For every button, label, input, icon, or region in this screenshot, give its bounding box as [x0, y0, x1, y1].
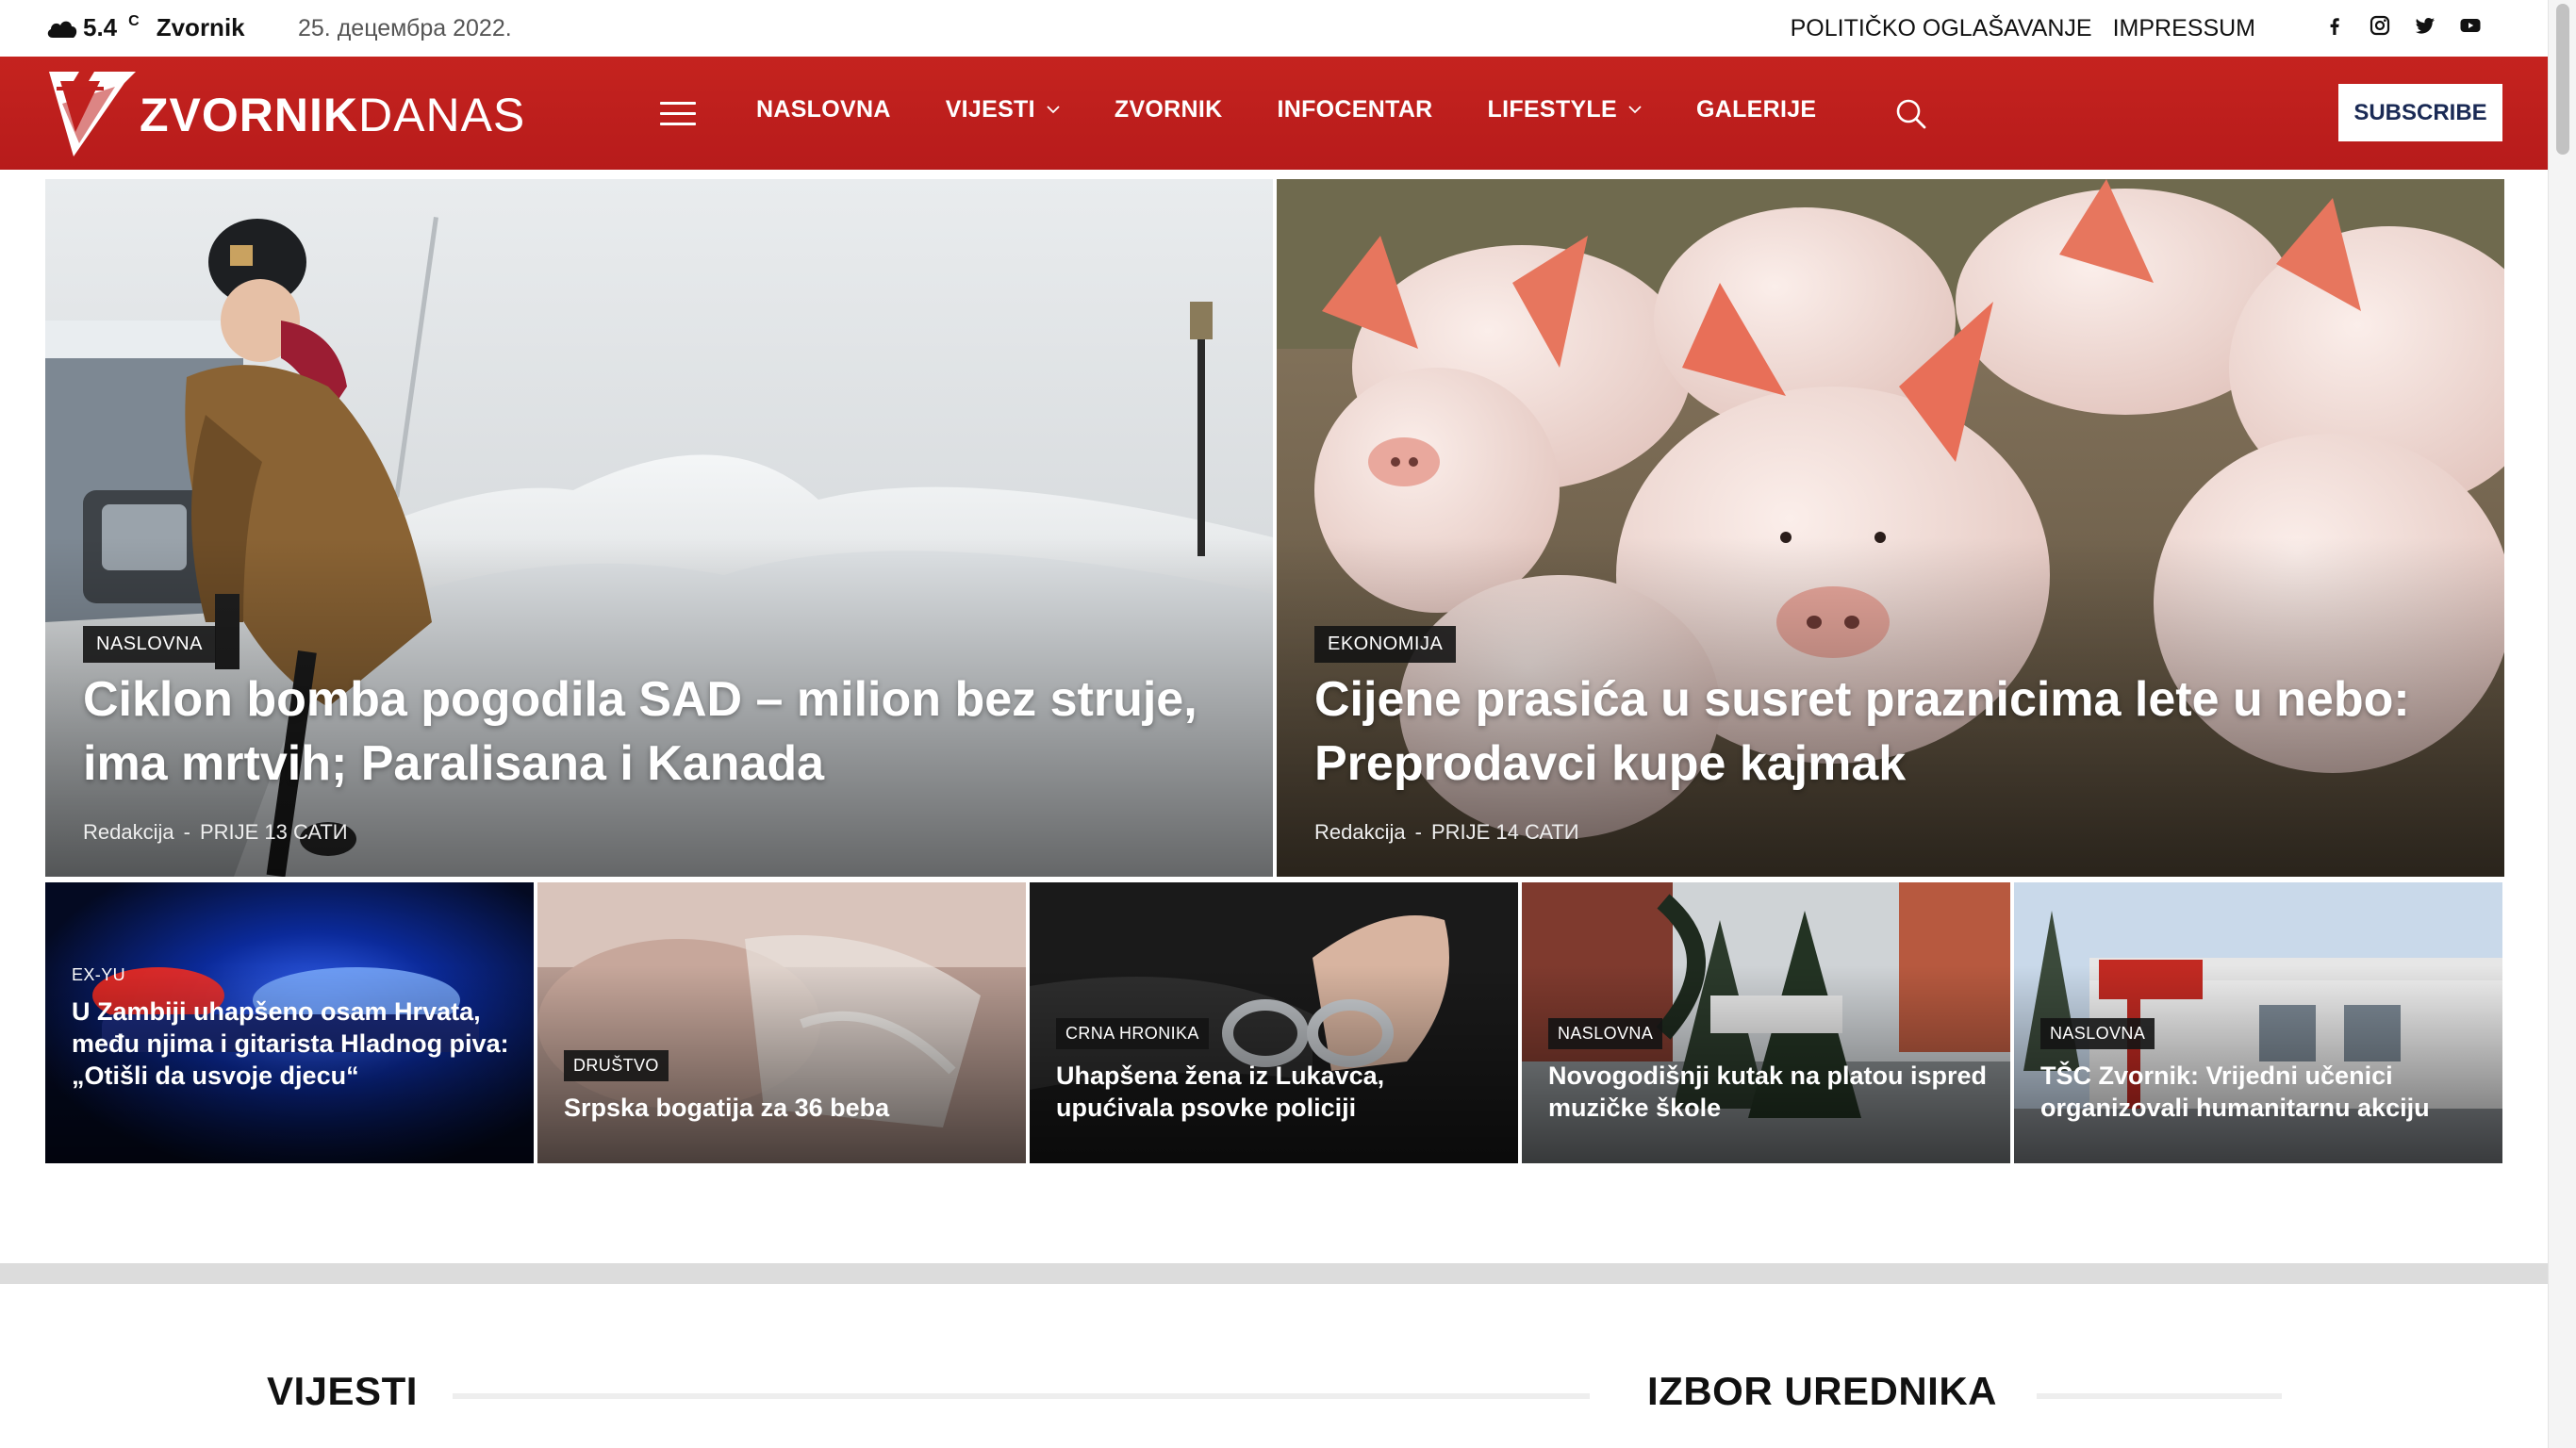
news-tile-2[interactable]: DRUŠTVO Srpska bogatija za 36 beba — [537, 882, 1026, 1163]
facebook-icon[interactable] — [2323, 14, 2346, 37]
article-time: PRIJE 14 САТИ — [1430, 820, 1579, 844]
section-heading-izbor-urednika[interactable]: IZBOR UREDNIKA — [1647, 1369, 1997, 1414]
main-header: ZVORNIKDANAS NASLOVNA VIJESTI ZVORNIK IN… — [0, 57, 2548, 170]
news-tile-4[interactable]: NASLOVNA Novogodišnji kutak na platou is… — [1522, 882, 2010, 1163]
article-meta: Redakcija - PRIJE 13 САТИ — [83, 820, 348, 845]
page-scrollbar[interactable] — [2548, 0, 2576, 1448]
category-badge[interactable]: NASLOVNA — [2040, 1018, 2155, 1049]
nav-label: ZVORNIK — [1114, 96, 1223, 123]
nav-label: NASLOVNA — [756, 96, 891, 123]
political-ads-link[interactable]: POLITIČKO OGLAŠAVANJE — [1791, 15, 2092, 42]
nav-label: LIFESTYLE — [1487, 96, 1617, 123]
article-title[interactable]: Uhapšena žena iz Lukavca, upućivala psov… — [1056, 1060, 1509, 1124]
scrollbar-thumb[interactable] — [2556, 4, 2569, 155]
article-author[interactable]: Redakcija — [1314, 820, 1406, 845]
weather-city: Zvornik — [156, 13, 245, 41]
top-bar: 5.4 C Zvornik 25. децембра 2022. POLITIČ… — [0, 0, 2548, 57]
category-badge[interactable]: NASLOVNA — [1548, 1018, 1663, 1049]
cloud-icon — [47, 21, 77, 38]
nav-label: VIJESTI — [945, 96, 1035, 123]
weather-widget: 5.4 C Zvornik — [45, 13, 245, 42]
logo-bold: ZVORNIK — [140, 89, 358, 141]
section-heading-line — [2037, 1393, 2282, 1399]
youtube-icon[interactable] — [2459, 14, 2482, 37]
article-time: PRIJE 13 САТИ — [199, 820, 348, 844]
article-author[interactable]: Redakcija — [83, 820, 174, 845]
nav-infocentar[interactable]: INFOCENTAR — [1278, 96, 1433, 123]
chevron-down-icon — [1628, 106, 1642, 114]
featured-article-2[interactable]: EKONOMIJA Cijene prasića u susret prazni… — [1277, 179, 2504, 877]
chevron-down-icon — [1047, 106, 1060, 114]
nav-label: INFOCENTAR — [1277, 96, 1433, 123]
category-badge[interactable]: EX-YU — [60, 960, 125, 991]
article-title[interactable]: Cijene prasića u susret praznicima lete … — [1314, 667, 2465, 796]
category-badge[interactable]: EKONOMIJA — [1314, 626, 1457, 663]
top-links: POLITIČKO OGLAŠAVANJE IMPRESSUM — [1791, 15, 2255, 42]
article-title[interactable]: Novogodišnji kutak na platou ispred muzi… — [1548, 1060, 2001, 1124]
twitter-icon[interactable] — [2414, 14, 2436, 37]
menu-icon[interactable] — [660, 102, 696, 126]
news-tile-3[interactable]: CRNA HRONIKA Uhapšena žena iz Lukavca, u… — [1030, 882, 1518, 1163]
article-title[interactable]: Srpska bogatija za 36 beba — [564, 1092, 1016, 1124]
site-logo[interactable]: ZVORNIKDANAS — [45, 66, 525, 160]
category-badge[interactable]: NASLOVNA — [83, 626, 216, 663]
article-title[interactable]: TŠC Zvornik: Vrijedni učenici organizova… — [2040, 1060, 2493, 1124]
nav-naslovna[interactable]: NASLOVNA — [756, 96, 891, 123]
article-title[interactable]: U Zambiji uhapšeno osam Hrvata, među nji… — [72, 996, 524, 1092]
weather-temperature: 5.4 — [83, 13, 118, 41]
news-tile-1[interactable]: EX-YU U Zambiji uhapšeno osam Hrvata, me… — [45, 882, 534, 1163]
featured-article-1[interactable]: NASLOVNA Ciklon bomba pogodila SAD – mil… — [45, 179, 1273, 877]
main-navigation: NASLOVNA VIJESTI ZVORNIK INFOCENTAR LIFE… — [756, 96, 1816, 123]
category-badge[interactable]: CRNA HRONIKA — [1056, 1018, 1209, 1049]
nav-vijesti[interactable]: VIJESTI — [946, 96, 1060, 123]
article-meta: Redakcija - PRIJE 14 САТИ — [1314, 820, 1579, 845]
impressum-link[interactable]: IMPRESSUM — [2113, 15, 2255, 42]
nav-lifestyle[interactable]: LIFESTYLE — [1488, 96, 1642, 123]
logo-mark-icon — [49, 72, 136, 156]
meta-separator: - — [1414, 820, 1422, 844]
article-title[interactable]: Ciklon bomba pogodila SAD – milion bez s… — [83, 667, 1233, 796]
current-date: 25. децембра 2022. — [298, 15, 512, 41]
subscribe-button[interactable]: SUBSCRIBE — [2338, 84, 2502, 141]
instagram-icon[interactable] — [2369, 14, 2391, 37]
section-heading-line — [453, 1393, 1590, 1399]
search-icon[interactable] — [1893, 96, 1927, 130]
nav-galerije[interactable]: GALERIJE — [1696, 96, 1816, 123]
nav-label: GALERIJE — [1695, 96, 1817, 123]
section-divider — [0, 1263, 2548, 1284]
category-badge[interactable]: DRUŠTVO — [564, 1050, 669, 1081]
news-tile-5[interactable]: NASLOVNA TŠC Zvornik: Vrijedni učenici o… — [2014, 882, 2502, 1163]
logo-light: DANAS — [358, 89, 526, 141]
logo-wordmark: ZVORNIKDANAS — [140, 88, 525, 142]
nav-zvornik[interactable]: ZVORNIK — [1115, 96, 1223, 123]
meta-separator: - — [183, 820, 190, 844]
section-heading-vijesti[interactable]: VIJESTI — [267, 1369, 418, 1414]
weather-unit: C — [128, 12, 140, 29]
social-links — [2323, 14, 2482, 37]
